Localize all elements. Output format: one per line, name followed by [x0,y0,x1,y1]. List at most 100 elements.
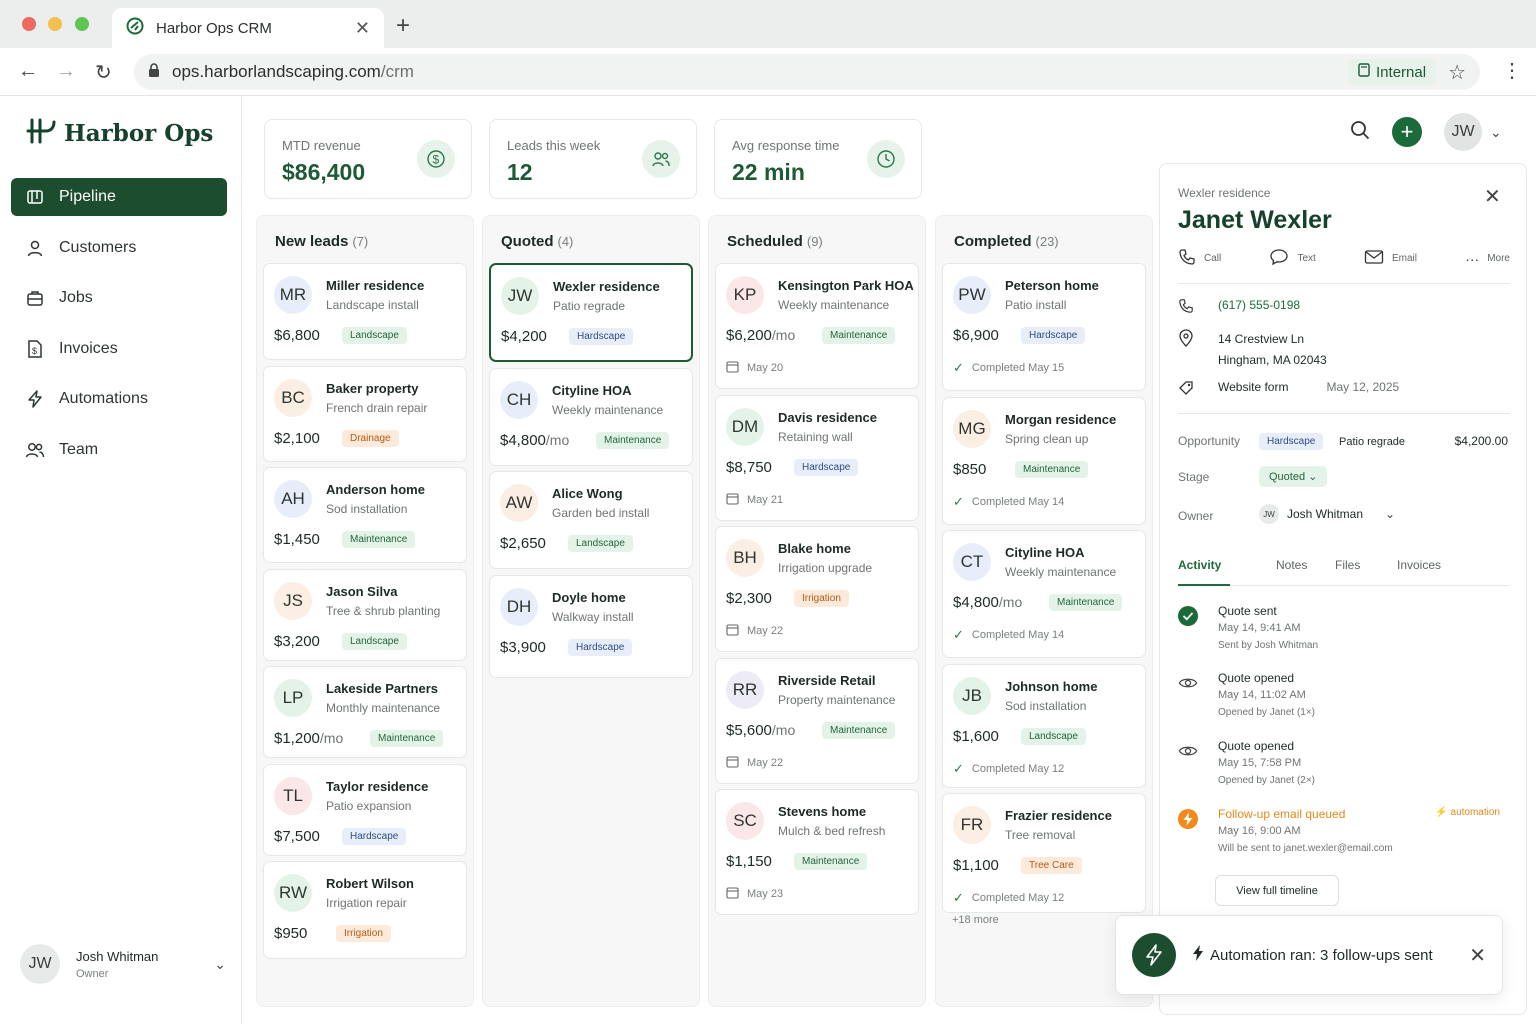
pipeline-card[interactable]: JS Jason Silva Tree & shrub planting $3,200… [263,568,467,661]
pipeline-card[interactable]: DM Davis residence Retaining wall $8,750 Har… [715,394,919,521]
card-amount: $4,200 [501,328,547,345]
pipeline-card[interactable]: BC Baker property French drain repair $2,10… [263,365,467,462]
card-amount: $3,900 [500,639,546,656]
owner-name: Josh Whitman [1287,507,1364,521]
pipeline-card[interactable]: AW Alice Wong Garden bed install $2,650 Land… [489,471,693,569]
more-button[interactable]: ··· More [1465,248,1510,269]
active-tab-indicator [1178,584,1230,586]
pipeline-card[interactable]: JB Johnson home Sod installation $1,600 Land… [942,663,1146,788]
card-date: ✓ Completed May 15 [953,360,1064,376]
close-icon[interactable]: ✕ [1484,184,1501,209]
pipeline-card[interactable]: PW Peterson home Patio install $6,900 Hardsc… [942,263,1146,391]
automation-toast: Automation ran: 3 follow-ups sent ✕ [1115,915,1503,995]
tab-notes[interactable]: Notes [1276,558,1307,572]
add-new-button[interactable]: + [1392,117,1422,147]
card-amount: $950 [274,925,307,942]
back-icon[interactable]: ← [18,60,38,83]
pipeline-card[interactable]: AH Anderson home Sod installation $1,450 Mai… [263,467,467,563]
tab-invoices[interactable]: Invoices [1397,558,1441,572]
card-date-text: Completed May 15 [971,362,1065,374]
sidebar-item-automations[interactable]: Automations [11,380,227,418]
pipeline-card[interactable]: TL Taylor residence Patio expansion $7,500 H… [263,763,467,856]
card-date: May 21 [726,492,783,508]
close-toast-icon[interactable]: ✕ [1469,943,1486,968]
minimize-window-button[interactable] [48,17,62,31]
pipeline-card[interactable]: CT Cityline HOA Weekly maintenance $4,800/m… [942,530,1146,658]
event-detail: Opened by Janet (2×) [1218,775,1316,786]
sidebar-item-invoices[interactable]: $ Invoices [11,330,227,368]
amount-period: /mo [771,327,796,343]
column-title: New leads (7) [275,233,368,250]
forward-icon[interactable]: → [56,60,76,83]
browser-menu-icon[interactable]: ⋮ [1502,58,1522,83]
amount-value: $1,200 [274,730,320,747]
show-more-link[interactable]: +18 more [952,914,999,926]
sidebar-item-label: Automations [59,390,148,407]
sidebar-item-team[interactable]: Team [11,431,227,469]
avatar: AH [274,480,312,518]
call-button[interactable]: Call [1178,248,1221,269]
browser-tab[interactable]: Harbor Ops CRM ✕ [112,8,384,48]
amount-period: /mo [771,721,796,738]
amount-value: $2,300 [726,590,772,607]
pipeline-card[interactable]: RR Riverside Retail Property maintenance $5… [715,657,919,784]
close-tab-icon[interactable]: ✕ [355,18,370,39]
pipeline-card[interactable]: RW Robert Wilson Irrigation repair $950 Irri… [263,861,467,959]
card-amount: $6,800 [274,327,320,344]
text-button[interactable]: Text [1269,248,1316,269]
close-window-button[interactable] [22,17,36,31]
card-subtitle: Tree removal [1005,828,1076,842]
tab-files[interactable]: Files [1335,558,1360,572]
sidebar-item-pipeline[interactable]: Pipeline [11,178,227,216]
detail-panel: Wexler residence Janet Wexler ✕ Call Tex… [1159,163,1527,1015]
sidebar-item-label: Customers [59,238,137,256]
pipeline-card[interactable]: BH Blake home Irrigation upgrade $2,300 Irri… [715,526,919,652]
column-title-text: New leads [275,233,349,250]
header-avatar[interactable]: JW [1444,113,1482,151]
sidebar-item-customers[interactable]: Customers [11,229,227,267]
new-tab-button[interactable]: + [396,12,410,40]
card-date: ✓ Completed May 12 [953,890,1064,906]
pipeline-card[interactable]: JW Wexler residence Patio regrade $4,200 Har… [489,263,693,362]
phone-link[interactable]: (617) 555-0198 [1218,298,1300,317]
sidebar-item-jobs[interactable]: Jobs [11,279,227,317]
reload-icon[interactable]: ↻ [95,60,112,85]
card-amount: $2,650 [500,535,546,552]
pipeline-card[interactable]: LP Lakeside Partners Monthly maintenance $1… [263,666,467,758]
maximize-window-button[interactable] [75,17,89,31]
brand-logo[interactable]: Harbor Ops [26,118,213,149]
pipeline-card[interactable]: KP Kensington Park HOA Weekly maintenance $… [715,263,919,389]
pipeline-card[interactable]: MG Morgan residence Spring clean up $850 Mai… [942,396,1146,525]
source-row: Website form May 12, 2025 [1178,380,1399,399]
stage-select[interactable]: Quoted ⌄ [1259,466,1328,487]
owner-select[interactable]: JW Josh Whitman ⌄ [1259,504,1395,524]
card-amount: $6,900 [953,327,999,344]
address-bar: ← → ↻ ops.harborlandscaping.com/crm Inte… [0,48,1536,96]
check-circle-icon [1178,606,1198,626]
owner-avatar: JW [1259,504,1279,524]
card-subtitle: Spring clean up [1005,431,1089,446]
amount-value: $1,450 [274,531,320,548]
url-field[interactable]: ops.harborlandscaping.com/crm Internal ☆ [134,54,1480,90]
card-subtitle: Walkway install [552,609,634,624]
pipeline-card[interactable]: MR Miller residence Landscape install $6,80… [263,263,467,360]
pipeline-card[interactable]: CH Cityline HOA Weekly maintenance $4,800/m… [489,367,693,466]
bookmark-star-icon[interactable]: ☆ [1448,60,1466,85]
pipeline-card[interactable]: FR Frazier residence Tree removal $1,100 Tre… [942,793,1146,913]
tab-activity[interactable]: Activity [1178,558,1221,572]
column-title-text: Completed [954,233,1032,250]
current-user-menu[interactable]: JW Josh Whitman Owner ⌄ [20,944,226,984]
card-title: Taylor residence [326,778,429,794]
pipeline-card[interactable]: DH Doyle home Walkway install $3,900 Hardsca… [489,574,693,678]
amount-value: $6,200 [726,327,772,344]
card-title: Jason Silva [326,583,398,599]
pipeline-card[interactable]: SC Stevens home Mulch & bed refresh $1,150 M… [715,789,919,915]
column-title-text: Quoted [501,233,554,250]
search-icon[interactable] [1350,120,1370,145]
view-full-timeline-button[interactable]: View full timeline [1215,875,1339,906]
card-subtitle: Irrigation repair [326,896,407,910]
avatar: KP [726,276,764,314]
email-button[interactable]: Email [1364,248,1417,269]
internal-chip[interactable]: Internal [1348,59,1437,85]
chevron-down-icon[interactable]: ⌄ [1490,124,1502,141]
